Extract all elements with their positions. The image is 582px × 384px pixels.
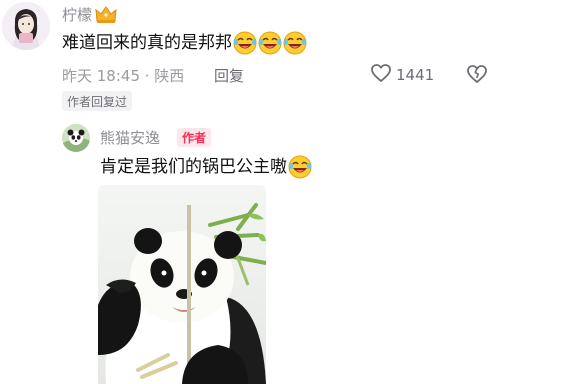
user-avatar[interactable]	[2, 2, 50, 50]
comment-timestamp: 昨天 18:45 · 陕西	[62, 66, 185, 85]
reply-body: 肯定是我们的锅巴公主嗷	[100, 155, 312, 179]
panda-photo[interactable]	[98, 185, 266, 384]
author-tag: 作者	[177, 128, 212, 147]
like-count: 1441	[396, 66, 435, 84]
heart-icon	[370, 63, 392, 87]
like-button[interactable]: 1441	[370, 63, 434, 87]
laughing-tears-emoji	[233, 31, 257, 55]
username-text: 柠檬	[62, 6, 93, 24]
comment-body: 难道回来的真的是邦邦	[62, 31, 307, 55]
laughing-tears-emoji	[258, 31, 282, 55]
panda-illustration	[98, 185, 266, 384]
reply-username[interactable]: 熊猫安逸	[100, 128, 160, 148]
laughing-tears-emoji	[283, 31, 307, 55]
avatar-illustration	[2, 2, 50, 50]
broken-heart-icon	[466, 65, 488, 89]
comment-username[interactable]: 柠檬	[62, 5, 117, 25]
panda-avatar-icon	[62, 124, 90, 152]
comment-thread: 柠檬 难道回来的真的是邦邦 昨天 18:45 · 陕西 回复 1441 作者回复…	[0, 0, 582, 384]
laughing-tears-emoji	[288, 155, 312, 179]
dislike-button[interactable]	[466, 63, 488, 89]
crown-icon	[95, 6, 117, 24]
author-replied-badge: 作者回复过	[62, 91, 133, 111]
reply-text: 肯定是我们的锅巴公主嗷	[100, 157, 287, 177]
reply-button[interactable]: 回复	[214, 64, 244, 86]
comment-text: 难道回来的真的是邦邦	[62, 33, 232, 53]
reply-avatar[interactable]	[62, 124, 90, 152]
